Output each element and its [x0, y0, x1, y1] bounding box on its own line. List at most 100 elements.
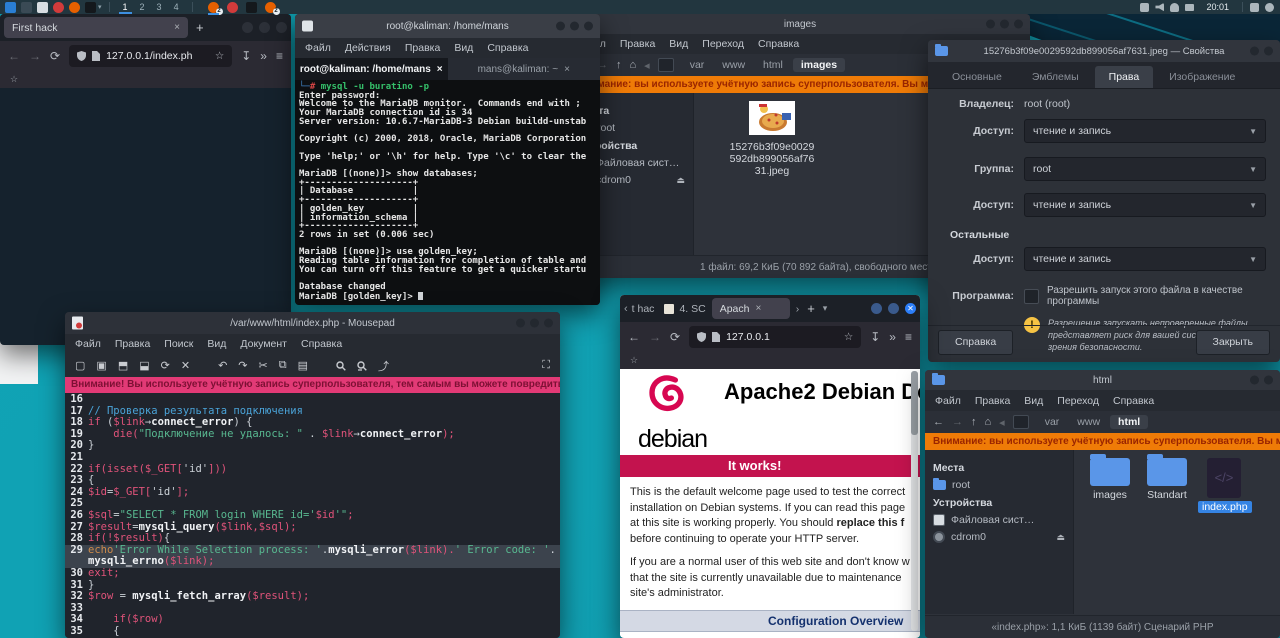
minimize-button[interactable] — [1250, 376, 1259, 385]
extension-icon[interactable]: ☆ — [630, 355, 638, 366]
open-icon[interactable]: ▣ — [96, 359, 106, 372]
menu-item-Вид[interactable]: Вид — [669, 38, 688, 50]
download-icon[interactable]: ↧ — [870, 330, 880, 344]
owner-access-select[interactable]: чтение и запись ▼ — [1024, 119, 1266, 143]
group-select[interactable]: root ▼ — [1024, 157, 1266, 181]
save-as-icon[interactable]: ⬓ — [139, 359, 149, 372]
close-button[interactable] — [544, 319, 553, 328]
terminal-tab-mans[interactable]: mans@kaliman: ~ × — [448, 58, 601, 80]
window-controls[interactable] — [986, 20, 1023, 29]
window-controls[interactable] — [242, 22, 287, 33]
menu-item-Вид[interactable]: Вид — [207, 338, 226, 350]
copy-icon[interactable]: ⧉ — [279, 359, 287, 372]
tab-second[interactable]: 4. SC — [658, 303, 711, 315]
back-icon[interactable]: ← — [628, 330, 640, 344]
url-bar[interactable]: 127.0.0.1/index.ph ☆ — [69, 45, 232, 67]
taskbar-terminal[interactable] — [246, 2, 257, 13]
close-button[interactable] — [1264, 376, 1273, 385]
breadcrumb-www[interactable]: www — [714, 58, 753, 72]
others-access-select[interactable]: чтение и запись ▼ — [1024, 247, 1266, 271]
allow-execute-checkbox[interactable] — [1024, 289, 1039, 304]
maximize-button[interactable] — [530, 319, 539, 328]
breadcrumb-var[interactable]: var — [1037, 415, 1068, 429]
sidebar-item-cdrom0[interactable]: cdrom0⏏ — [933, 531, 1073, 543]
breadcrumb-html[interactable]: html — [755, 58, 791, 72]
sidebar-item-root[interactable]: root — [933, 479, 1073, 491]
menu-item-Правка[interactable]: Правка — [620, 38, 655, 50]
home-icon[interactable]: ⌂ — [985, 416, 992, 428]
forward-icon[interactable]: → — [29, 49, 41, 63]
clipboard-icon[interactable] — [1140, 3, 1149, 12]
close-file-icon[interactable]: ✕ — [181, 359, 190, 372]
menu-item-Вид[interactable]: Вид — [1024, 395, 1043, 407]
close-icon[interactable]: × — [755, 303, 761, 314]
menu-item-Действия[interactable]: Действия — [345, 42, 391, 54]
taskbar-firefox[interactable]: 2 — [208, 2, 219, 13]
volume-icon[interactable] — [1155, 3, 1164, 12]
breadcrumb-html[interactable]: html — [1110, 415, 1148, 429]
breadcrumb-var[interactable]: var — [682, 58, 713, 72]
tab-scroll-right-icon[interactable]: › — [796, 303, 800, 315]
window-controls[interactable] — [1250, 376, 1273, 385]
overflow-icon[interactable]: » — [260, 49, 267, 63]
maximize-button[interactable] — [259, 22, 270, 33]
scrollbar-thumb[interactable] — [911, 371, 918, 435]
download-icon[interactable]: ↧ — [241, 49, 251, 63]
chevron-down-icon[interactable]: ▾ — [98, 3, 102, 11]
taskbar-red-app[interactable] — [227, 2, 238, 13]
minimize-button[interactable] — [242, 22, 253, 33]
tab-Изображение[interactable]: Изображение — [1155, 66, 1249, 88]
close-button[interactable] — [1014, 20, 1023, 29]
bell-icon[interactable] — [1170, 3, 1179, 12]
tab-partial[interactable]: t hac — [628, 303, 659, 315]
new-tab-button[interactable]: + — [196, 20, 204, 35]
maximize-button[interactable] — [570, 22, 579, 31]
forward-icon[interactable]: → — [952, 416, 963, 428]
menu-item-Правка[interactable]: Правка — [405, 42, 440, 54]
new-tab-button[interactable]: + — [807, 301, 815, 316]
window-controls[interactable] — [1250, 47, 1273, 56]
menu-item-Справка[interactable]: Справка — [301, 338, 342, 350]
menu-icon[interactable]: ≡ — [276, 49, 283, 63]
close-icon[interactable]: × — [174, 22, 180, 33]
tab-apache[interactable]: Apach × — [712, 298, 790, 319]
eject-icon[interactable]: ⏏ — [1056, 532, 1065, 543]
menu-item-Переход[interactable]: Переход — [1057, 395, 1099, 407]
tab-Права[interactable]: Права — [1095, 66, 1154, 88]
menu-item-Правка[interactable]: Правка — [115, 338, 150, 350]
tray-box-icon[interactable] — [1250, 3, 1259, 12]
reload-icon[interactable]: ⟳ — [50, 49, 60, 63]
collapse-icon[interactable]: ◂ — [644, 59, 650, 72]
bookmark-star-icon[interactable]: ☆ — [844, 331, 853, 343]
close-dialog-button[interactable]: Закрыть — [1196, 330, 1270, 355]
workspace-1[interactable]: 1 — [117, 0, 134, 14]
up-icon[interactable]: ↑ — [616, 59, 622, 71]
window-controls[interactable]: ✕ — [871, 303, 916, 314]
eject-icon[interactable]: ⏏ — [676, 175, 685, 186]
close-icon[interactable]: × — [437, 64, 443, 75]
titlebar[interactable]: /var/www/html/index.php - Mousepad — [65, 312, 560, 334]
files-icon[interactable] — [37, 2, 48, 13]
reload-icon[interactable]: ⟳ — [161, 359, 170, 372]
help-button[interactable]: Справка — [938, 330, 1013, 355]
file-view[interactable]: imagesStandart</>index.php — [1074, 450, 1280, 614]
up-icon[interactable]: ↑ — [971, 416, 977, 428]
device-icon[interactable] — [1013, 415, 1029, 429]
taskbar-firefox-2[interactable]: 2 — [265, 2, 276, 13]
file-tile-index.php[interactable]: </>index.php — [1198, 458, 1250, 513]
clock[interactable]: 20:01 — [1206, 2, 1229, 12]
maximize-button[interactable] — [1250, 47, 1259, 56]
menu-item-Файл[interactable]: Файл — [305, 42, 331, 54]
breadcrumb-www[interactable]: www — [1069, 415, 1108, 429]
fullscreen-icon[interactable]: ⛶ — [542, 359, 550, 372]
search-icon[interactable] — [336, 360, 346, 372]
minimize-button[interactable] — [516, 319, 525, 328]
search-replace-icon[interactable] — [357, 360, 367, 372]
tab-first-hack[interactable]: First hack × — [4, 17, 188, 38]
menu-item-Справка[interactable]: Справка — [1113, 395, 1154, 407]
menu-item-Поиск[interactable]: Поиск — [164, 338, 193, 350]
menu-icon[interactable]: ≡ — [905, 330, 912, 344]
menu-item-Вид[interactable]: Вид — [454, 42, 473, 54]
new-document-icon[interactable]: ▢ — [75, 359, 85, 372]
terminal-tab-root[interactable]: root@kaliman: /home/mans × — [295, 58, 448, 80]
